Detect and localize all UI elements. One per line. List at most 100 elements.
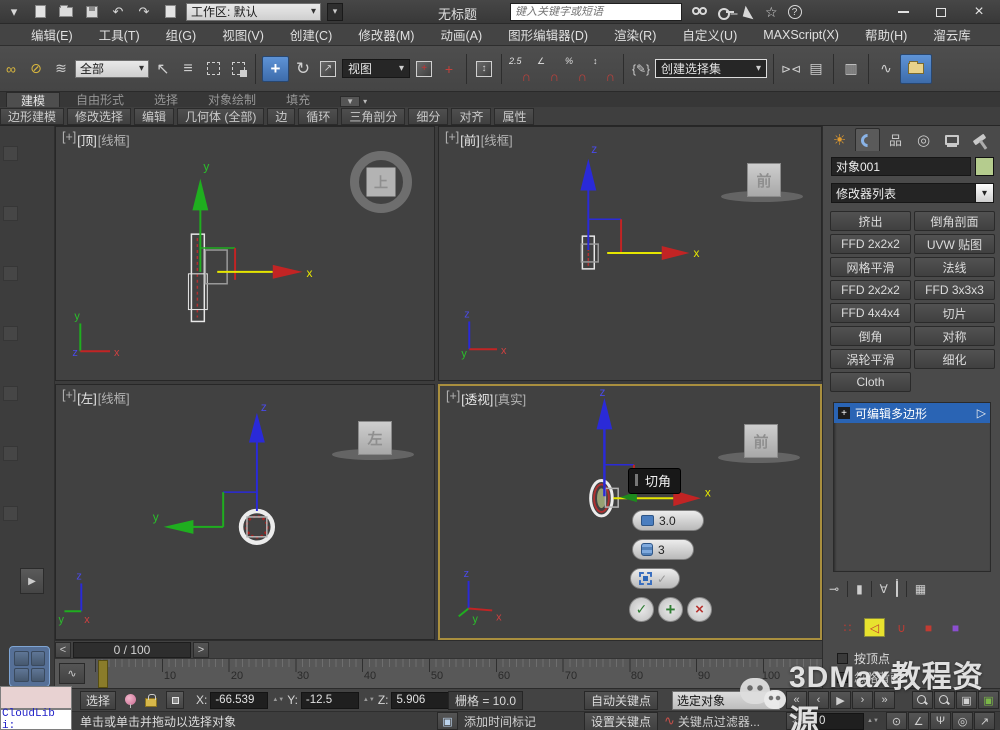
mirror-icon[interactable]: ⊳⊲ <box>780 57 802 81</box>
menu-group[interactable]: 组(G) <box>153 25 210 44</box>
redo-icon[interactable]: ↷ <box>134 3 154 21</box>
object-color-swatch[interactable] <box>975 157 994 176</box>
previous-frame-button[interactable]: < <box>55 642 71 658</box>
communication-center-icon[interactable] <box>743 5 756 18</box>
project-toolbar-icon[interactable] <box>160 3 180 21</box>
modifier-cloth[interactable]: Cloth <box>830 372 911 392</box>
panel-edges[interactable]: 边 <box>267 108 295 125</box>
search-input[interactable] <box>511 6 681 18</box>
view-cube[interactable]: 前 <box>744 424 778 458</box>
utilities-tab-icon[interactable] <box>967 128 992 151</box>
viewport-top[interactable]: [+] [顶] [线框] 上 y x y x z <box>55 126 435 381</box>
x-coordinate-field[interactable]: -66.539 <box>210 692 268 709</box>
viewport-menu-plus[interactable]: [+] <box>445 130 459 149</box>
viewport-layout-tab-button[interactable] <box>9 646 50 687</box>
isolate-selection-icon[interactable] <box>125 694 136 707</box>
new-file-icon[interactable] <box>30 3 50 21</box>
viewport-name[interactable]: [透视] <box>461 389 493 408</box>
workspace-menu-button[interactable]: ▾ <box>327 3 343 21</box>
time-slider-handle[interactable] <box>98 660 108 688</box>
viewport-name[interactable]: [顶] <box>77 130 96 149</box>
frame-counter[interactable]: 0 / 100 <box>73 642 191 658</box>
add-time-tag[interactable]: 添加时间标记 <box>464 713 536 730</box>
sub-object-element-icon[interactable]: ■ <box>945 618 966 637</box>
view-cube[interactable]: 前 <box>747 163 781 197</box>
tab-populate[interactable]: 填充 <box>272 92 324 107</box>
modifier-meshsmooth[interactable]: 网格平滑 <box>830 257 911 277</box>
minimize-button[interactable] <box>884 0 922 24</box>
menu-animation[interactable]: 动画(A) <box>427 25 495 44</box>
snaps-toggle-icon[interactable]: 2.5 ∩ <box>508 56 533 82</box>
create-tab-icon[interactable]: ☀ <box>827 128 852 151</box>
show-end-result-icon[interactable]: ▮ <box>856 582 863 596</box>
open-file-icon[interactable] <box>56 3 76 21</box>
object-name-field[interactable]: 对象001 <box>831 157 971 176</box>
selection-lock-icon[interactable] <box>145 698 157 707</box>
modifier-list-dropdown[interactable]: 修改器列表 ▾ <box>831 183 994 203</box>
viewport-menu-plus[interactable]: [+] <box>62 130 76 149</box>
set-key-button[interactable]: 设置关键点 <box>584 712 658 730</box>
unlink-selection-icon[interactable]: ⊘ <box>25 57 47 81</box>
caddy-ok-button[interactable]: ✓ <box>629 597 654 622</box>
hierarchy-tab-icon[interactable]: 品 <box>883 128 908 151</box>
modifier-ffd3[interactable]: FFD 3x3x3 <box>914 280 995 300</box>
tab-modeling[interactable]: 建模 <box>6 92 60 107</box>
window-crossing-icon[interactable] <box>227 57 249 81</box>
left-toolbar-icon[interactable] <box>3 386 18 401</box>
stack-display-icon[interactable]: ▷ <box>977 406 986 420</box>
left-toolbar-icon[interactable] <box>3 446 18 461</box>
select-and-link-icon[interactable]: ∞ <box>0 57 22 81</box>
curve-editor-icon[interactable]: ∿ <box>875 57 897 81</box>
modifier-stack[interactable]: + 可编辑多边形 ▷ <box>833 402 991 572</box>
stack-item-editable-poly[interactable]: + 可编辑多边形 ▷ <box>834 403 990 423</box>
x-spinner[interactable]: ▲▼ <box>272 698 284 703</box>
panel-loops[interactable]: 循环 <box>298 108 338 125</box>
left-toolbar-icon[interactable] <box>3 326 18 341</box>
sub-object-vertex-icon[interactable]: ∷ <box>837 618 858 637</box>
sub-object-edge-icon[interactable]: ◁ <box>864 618 885 637</box>
viewport-name[interactable]: [左] <box>77 388 96 407</box>
isolate-cube-icon[interactable]: ▣ <box>437 712 458 730</box>
left-toolbar-icon[interactable] <box>3 506 18 521</box>
license-key-icon[interactable] <box>718 7 734 17</box>
sub-object-polygon-icon[interactable]: ■ <box>918 618 939 637</box>
modify-tab-icon[interactable] <box>855 128 880 151</box>
auto-key-button[interactable]: 自动关键点 <box>584 691 658 710</box>
make-unique-icon[interactable]: ∀ <box>880 582 888 596</box>
mini-curve-editor-icon[interactable]: ∿ <box>59 663 85 684</box>
maximize-button[interactable] <box>922 0 960 24</box>
panel-geometry-all[interactable]: 几何体 (全部) <box>177 108 264 125</box>
panel-modify-selection[interactable]: 修改选择 <box>67 108 131 125</box>
panel-polygon-modeling[interactable]: 边形建模 <box>0 108 64 125</box>
workspace-dropdown[interactable]: 工作区: 默认 ▾ <box>186 3 321 21</box>
viewport-persp-label[interactable]: [+] [透视] [真实] <box>446 389 526 408</box>
select-and-move-button[interactable]: + <box>262 56 289 82</box>
use-pivot-center-icon[interactable]: + <box>413 57 435 81</box>
viewport-front[interactable]: [+] [前] [线框] 前 z x z x y <box>438 126 822 381</box>
select-and-manipulate-icon[interactable]: + <box>438 57 460 81</box>
select-by-name-icon[interactable]: ≡ <box>177 57 199 81</box>
caddy-open-checkbox[interactable]: ✓ <box>630 568 680 589</box>
panel-align[interactable]: 对齐 <box>451 108 491 125</box>
modifier-turbosmooth[interactable]: 涡轮平滑 <box>830 349 911 369</box>
menu-help[interactable]: 帮助(H) <box>852 25 920 44</box>
viewport-front-label[interactable]: [+] [前] [线框] <box>445 130 513 149</box>
remove-modifier-icon[interactable] <box>896 582 898 596</box>
modifier-bevel-profile[interactable]: 倒角剖面 <box>914 211 995 231</box>
panel-properties[interactable]: 属性 <box>494 108 534 125</box>
viewport-shading[interactable]: [真实] <box>494 389 526 408</box>
caddy-apply-button[interactable]: + <box>658 597 683 622</box>
reference-coordinate-dropdown[interactable]: 视图 ▾ <box>342 59 410 78</box>
panel-edit[interactable]: 编辑 <box>134 108 174 125</box>
menu-modifiers[interactable]: 修改器(M) <box>345 25 427 44</box>
caddy-cancel-button[interactable]: × <box>687 597 712 622</box>
left-toolbar-icon[interactable] <box>3 146 18 161</box>
left-toolbar-icon[interactable] <box>3 266 18 281</box>
material-editor-button[interactable] <box>900 54 932 84</box>
tab-object-paint[interactable]: 对象绘制 <box>194 92 270 107</box>
modifier-slice[interactable]: 切片 <box>914 303 995 323</box>
panel-tris[interactable]: 三角剖分 <box>341 108 405 125</box>
viewport-shading[interactable]: [线框] <box>98 388 130 407</box>
menu-customize[interactable]: 自定义(U) <box>669 25 750 44</box>
y-spinner[interactable]: ▲▼ <box>363 698 375 703</box>
